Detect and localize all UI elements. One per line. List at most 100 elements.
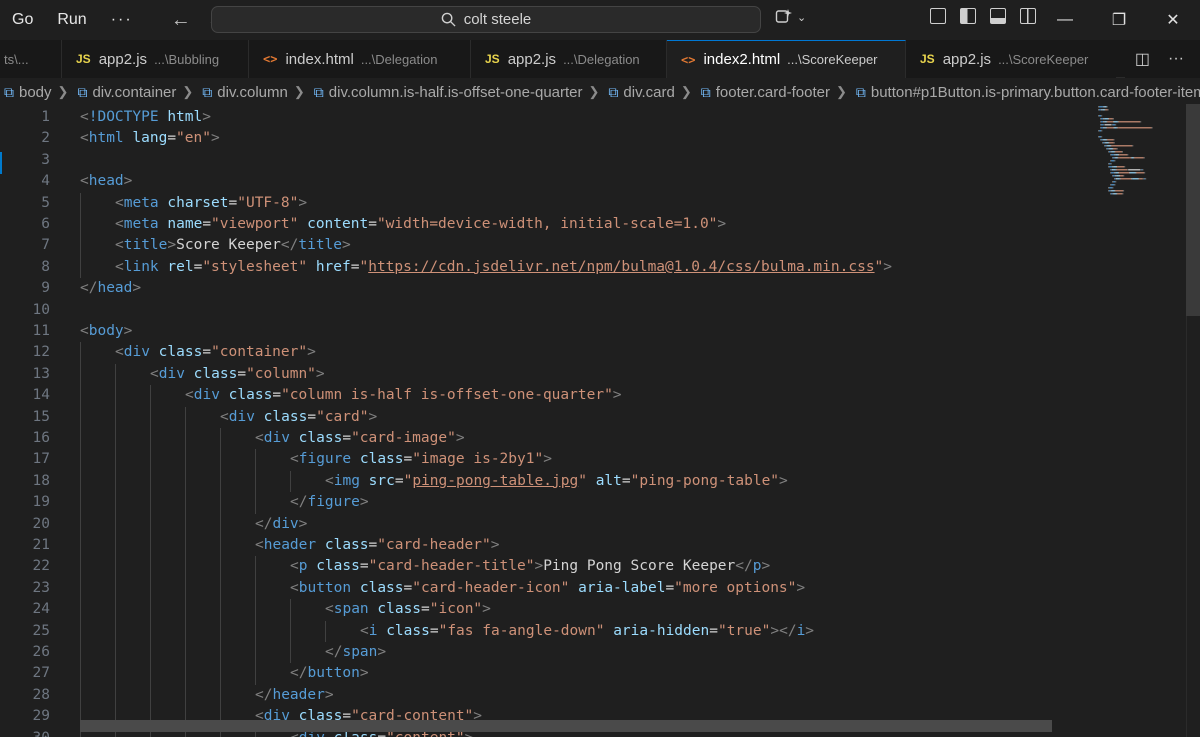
code-line[interactable]: 15 <div class="card"> bbox=[0, 406, 1092, 428]
tab-app2-scorekeeper[interactable]: JS app2.js ...\ScoreKeeper bbox=[906, 40, 1116, 78]
back-arrow-icon[interactable]: ← bbox=[163, 9, 199, 32]
code-line[interactable]: 14 <div class="column is-half is-offset-o… bbox=[0, 385, 1092, 407]
line-number: 28 bbox=[32, 686, 50, 703]
code-line[interactable]: 19 </figure> bbox=[0, 492, 1092, 514]
breadcrumb-item[interactable]: ⧉ footer.card-footer ❯ bbox=[697, 84, 852, 101]
code-line[interactable]: 11 <body> bbox=[0, 321, 1092, 342]
code-token: > bbox=[324, 686, 334, 703]
code-line[interactable]: 5 <meta charset="UTF-8"> bbox=[0, 192, 1092, 214]
minimap-mark bbox=[1132, 178, 1139, 180]
code-line[interactable]: 22 <p class="card-header-title">Ping Pong… bbox=[0, 556, 1092, 578]
code-line[interactable]: 12 <div class="container"> bbox=[0, 342, 1092, 364]
toggle-secondary-sidebar-icon[interactable] bbox=[1020, 8, 1036, 24]
line-number: 20 bbox=[32, 515, 50, 532]
minimap-mark bbox=[1128, 172, 1130, 174]
minimap-mark bbox=[1113, 127, 1115, 129]
vertical-scrollbar-thumb[interactable] bbox=[1186, 104, 1200, 316]
code-token: html bbox=[88, 130, 124, 147]
minimap-mark bbox=[1111, 124, 1113, 126]
line-number: 2 bbox=[41, 130, 50, 147]
code-line[interactable]: 23 <button class="card-header-icon" aria-… bbox=[0, 577, 1092, 600]
minimize-icon[interactable]: — bbox=[1038, 11, 1092, 29]
close-icon[interactable]: ✕ bbox=[1146, 10, 1200, 30]
code-line[interactable]: 24 <span class="icon"> bbox=[0, 599, 1092, 621]
menu-go[interactable]: Go bbox=[0, 0, 45, 40]
minimap-mark bbox=[1131, 157, 1134, 159]
code-token: "card" bbox=[316, 408, 369, 425]
code-line[interactable]: 26 </span> bbox=[0, 642, 1092, 664]
code-line[interactable]: 20 </div> bbox=[0, 513, 1092, 535]
code-line[interactable]: 7 <title>Score Keeper</title> bbox=[0, 235, 1092, 257]
minimap[interactable] bbox=[1092, 104, 1192, 737]
code-line[interactable]: 25 <i class="fas fa-angle-down" aria-hidd… bbox=[0, 620, 1092, 642]
menu-run[interactable]: Run bbox=[45, 0, 98, 40]
indent-guide bbox=[80, 599, 81, 621]
horizontal-scrollbar[interactable] bbox=[80, 720, 1052, 732]
tab-partial[interactable]: ts\... bbox=[0, 40, 62, 78]
command-center-search[interactable]: colt steele bbox=[211, 6, 761, 33]
minimap-mark bbox=[1112, 121, 1114, 123]
indent-guide bbox=[150, 620, 151, 642]
code-line[interactable]: 27 </button> bbox=[0, 663, 1092, 685]
breadcrumb-item[interactable]: ⧉ div.column ❯ bbox=[198, 84, 310, 101]
code-token: </ bbox=[325, 644, 343, 660]
minimap-mark bbox=[1101, 130, 1103, 132]
code-line[interactable]: 28 </header> bbox=[0, 684, 1092, 707]
more-actions-icon[interactable]: ··· bbox=[1168, 50, 1184, 68]
minimap-mark bbox=[1113, 169, 1116, 171]
minimap-mark bbox=[1143, 157, 1145, 159]
breadcrumb-item[interactable]: ⧉ div.column.is-half.is-offset-one-quarte… bbox=[310, 84, 605, 101]
indent-guide bbox=[150, 684, 151, 707]
breadcrumb-item[interactable]: ⧉ div.container ❯ bbox=[73, 84, 198, 101]
restore-icon[interactable]: ❐ bbox=[1092, 10, 1146, 30]
tab-index2-scorekeeper[interactable]: <> index2.html ...\ScoreKeeper bbox=[667, 40, 906, 78]
code-token: > bbox=[779, 472, 788, 489]
code-line[interactable]: 3 bbox=[0, 150, 1092, 171]
indent-guide bbox=[80, 684, 81, 707]
code-line[interactable]: 17 <figure class="image is-2by1"> bbox=[0, 449, 1092, 471]
code-editor[interactable]: 1 <!DOCTYPE html> 2 <html lang="en"> 3 4 <head… bbox=[0, 104, 1092, 737]
code-line[interactable]: 9 </head> bbox=[0, 278, 1092, 299]
tab-app2-bubbling[interactable]: JS app2.js ...\Bubbling bbox=[62, 40, 249, 78]
minimap-mark bbox=[1119, 172, 1129, 174]
menu-more[interactable]: ··· bbox=[99, 0, 145, 40]
minimap-mark bbox=[1116, 148, 1118, 150]
code-token: div bbox=[123, 344, 150, 361]
breadcrumb-item[interactable]: ⧉ button#p1Button.is-primary.button.card-… bbox=[852, 84, 1200, 101]
indent-guide bbox=[185, 642, 186, 664]
minimap-mark bbox=[1112, 175, 1113, 177]
line-number: 13 bbox=[32, 365, 50, 382]
tab-path: ...\ScoreKeeper bbox=[998, 51, 1089, 67]
split-editor-icon[interactable]: ◫ bbox=[1135, 49, 1150, 69]
code-token: src bbox=[368, 472, 395, 489]
code-line[interactable]: 1 <!DOCTYPE html> bbox=[0, 107, 1092, 128]
code-line[interactable]: 10 bbox=[0, 300, 1092, 321]
minimap-mark bbox=[1108, 187, 1110, 189]
code-token: < bbox=[325, 601, 334, 618]
minimap-mark bbox=[1103, 127, 1105, 129]
code-text: <span class="icon"> bbox=[325, 599, 491, 620]
code-line[interactable]: 18 <img src="ping-pong-table.jpg" alt="pi… bbox=[0, 470, 1092, 493]
code-line[interactable]: 21 <header class="card-header"> bbox=[0, 535, 1092, 557]
code-line[interactable]: 8 <link rel="stylesheet" href="https://cd… bbox=[0, 256, 1092, 279]
code-token: > bbox=[805, 622, 815, 639]
code-token: name bbox=[167, 216, 203, 232]
code-line[interactable]: 16 <div class="card-image"> bbox=[0, 428, 1092, 450]
toggle-primary-sidebar-icon[interactable] bbox=[960, 8, 976, 24]
toggle-panel-icon[interactable] bbox=[990, 8, 1006, 24]
code-line[interactable]: 6 <meta name="viewport" content="width=de… bbox=[0, 214, 1092, 236]
code-line[interactable]: 2 <html lang="en"> bbox=[0, 128, 1092, 149]
tab-app2-delegation[interactable]: JS app2.js ...\Delegation bbox=[471, 40, 667, 78]
breadcrumb-item[interactable]: ⧉ div.card ❯ bbox=[604, 84, 696, 101]
code-line[interactable]: 13 <div class="column"> bbox=[0, 363, 1092, 386]
customize-layout-icon[interactable] bbox=[930, 8, 946, 24]
copilot-button[interactable]: ⌄ bbox=[775, 8, 806, 26]
minimap-mark bbox=[1104, 118, 1109, 120]
minimap-mark bbox=[1118, 157, 1120, 159]
breadcrumb-item[interactable]: ⧉ body ❯ bbox=[0, 84, 73, 101]
code-line[interactable]: 4 <head> bbox=[0, 171, 1092, 192]
indent-guide bbox=[150, 599, 151, 621]
indent-guide bbox=[150, 642, 151, 664]
tab-index-delegation[interactable]: <> index.html ...\Delegation bbox=[249, 40, 471, 78]
